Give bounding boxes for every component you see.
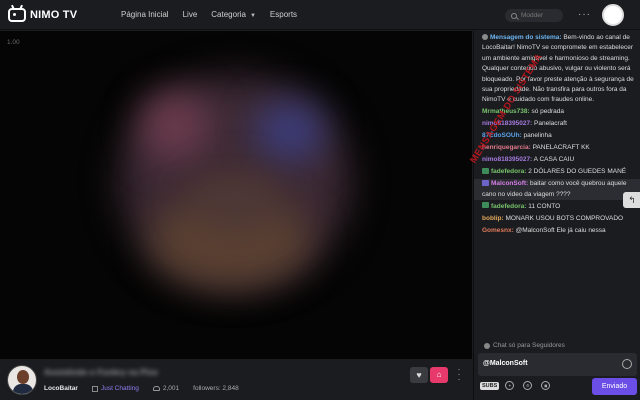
settings-icon[interactable]: ⚙ bbox=[523, 381, 533, 390]
avatar-body bbox=[13, 384, 33, 394]
chat-text: PANELACRAFT KK bbox=[530, 144, 590, 152]
chat-text: 11 CONTO bbox=[526, 202, 561, 210]
gift-icon[interactable]: ✦ bbox=[505, 381, 515, 390]
badge-icon[interactable]: ◼ bbox=[541, 381, 551, 390]
chat-username[interactable]: MalconSoft: bbox=[491, 180, 528, 187]
chat-text: 2 DÓLARES DO GUEDES MANÉ bbox=[526, 168, 627, 176]
more-options-icon[interactable]: ··· bbox=[578, 9, 591, 20]
chat-text: Panelacraft bbox=[532, 120, 567, 128]
streamer-name[interactable]: LocoBaitar bbox=[44, 385, 78, 392]
chat-text: MONARK USOU BOTS COMPROVADO bbox=[503, 214, 624, 222]
chat-username[interactable]: nimo818395027: bbox=[482, 156, 532, 163]
nav-category[interactable]: Categoria ▼ bbox=[211, 10, 256, 19]
viewer-count: 2,001 bbox=[162, 385, 180, 392]
chat-tools: SUBS ✦ ⚙ ◼ bbox=[480, 381, 559, 390]
nimo-logo[interactable]: NIMO TV bbox=[8, 7, 98, 22]
user-badge-icon bbox=[482, 179, 489, 186]
system-icon bbox=[482, 33, 488, 40]
bell-icon: ⌂ bbox=[436, 370, 442, 379]
video-frame-blur bbox=[255, 101, 325, 161]
chat-input[interactable]: @MalconSoft bbox=[478, 353, 637, 376]
search-icon bbox=[511, 12, 517, 19]
chat-panel: Mensagem do sistema: Bem-vindo ao canal … bbox=[468, 31, 640, 400]
chat-message[interactable]: nimo818395027: Panelacraft bbox=[482, 119, 637, 129]
chat-message[interactable]: boblip: MONARK USOU BOTS COMPROVADO bbox=[482, 214, 637, 224]
stream-info-bar: Assistindo o Funkry na Pixe LocoBaitar J… bbox=[0, 359, 472, 400]
heart-icon: ♥ bbox=[416, 370, 422, 380]
chat-message[interactable]: nimo818395027: A CASA CAIU bbox=[482, 155, 637, 165]
subs-badge[interactable]: SUBS bbox=[480, 381, 500, 390]
chat-text: panelinha bbox=[521, 132, 552, 140]
chat-message[interactable]: Mensagem do sistema: Bem-vindo ao canal … bbox=[482, 33, 637, 106]
chat-text: Bem-vindo ao canal de LocoBaitar! NimoTV… bbox=[482, 34, 634, 104]
top-navigation: NIMO TV Página Inicial Live Categoria ▼ E… bbox=[0, 0, 640, 30]
chat-text: A CASA CAIU bbox=[532, 156, 575, 164]
avatar-face bbox=[17, 370, 29, 384]
streamer-avatar[interactable] bbox=[7, 365, 37, 395]
player-label: 1.00 bbox=[7, 39, 20, 46]
follower-count: followers: 2,848 bbox=[193, 385, 239, 392]
user-badge-icon bbox=[482, 202, 489, 209]
nav-live[interactable]: Live bbox=[183, 10, 198, 19]
chat-message[interactable]: fadefedora: 11 CONTO bbox=[482, 202, 637, 212]
chat-message-list[interactable]: Mensagem do sistema: Bem-vindo ao canal … bbox=[474, 31, 640, 336]
emoji-icon[interactable] bbox=[622, 359, 632, 369]
category-icon bbox=[91, 385, 98, 392]
video-player[interactable]: 1.00 bbox=[0, 31, 472, 359]
send-button[interactable]: Enviado bbox=[592, 378, 637, 395]
chat-input-value[interactable]: @MalconSoft bbox=[483, 360, 528, 367]
info-icon bbox=[484, 342, 490, 349]
video-frame-blur bbox=[140, 91, 210, 161]
chat-message[interactable]: 87ÉdoSOUh: panelinha bbox=[482, 131, 637, 141]
chat-username[interactable]: Gomesnx: bbox=[482, 227, 514, 234]
reply-icon[interactable]: ↰ bbox=[623, 192, 640, 208]
search-input[interactable] bbox=[521, 12, 561, 19]
viewers-icon bbox=[152, 386, 160, 391]
followers-only-notice: Chat só para Seguidores bbox=[484, 342, 565, 349]
chat-text: só pedrada bbox=[529, 108, 565, 116]
tv-logo-icon bbox=[8, 7, 26, 22]
chat-message[interactable]: MalconSoft: baitar como você quebrou aqu… bbox=[474, 179, 640, 201]
chat-message[interactable]: henriquegarcia: PANELACRAFT KK bbox=[482, 143, 637, 153]
video-frame-blur bbox=[190, 171, 280, 231]
stream-category[interactable]: Just Chatting bbox=[101, 385, 139, 392]
nav-esports[interactable]: Esports bbox=[270, 10, 297, 19]
followers-only-text: Chat só para Seguidores bbox=[493, 342, 565, 349]
chat-username[interactable]: Mensagem do sistema: bbox=[490, 34, 562, 41]
user-badge-icon bbox=[482, 167, 489, 174]
nav-home[interactable]: Página Inicial bbox=[121, 10, 169, 19]
chat-message[interactable]: fadefedora: 2 DÓLARES DO GUEDES MANÉ bbox=[482, 167, 637, 177]
vertical-more-icon[interactable]: · · · bbox=[456, 365, 462, 384]
search-box[interactable] bbox=[505, 9, 563, 22]
chat-text: @MalconSoft Ele já caiu nessa bbox=[513, 226, 606, 234]
stream-title: Assistindo o Funkry na Pixe bbox=[44, 367, 158, 377]
nav-category-label: Categoria bbox=[211, 10, 246, 19]
chat-username[interactable]: fadefedora: bbox=[491, 203, 526, 210]
stream-meta: LocoBaitar Just Chatting 2,001 followers… bbox=[44, 385, 239, 392]
logo-text: NIMO TV bbox=[30, 8, 78, 21]
follow-button[interactable]: ⌂ bbox=[430, 367, 448, 383]
chat-username[interactable]: fadefedora: bbox=[491, 168, 526, 175]
like-button[interactable]: ♥ bbox=[410, 367, 428, 383]
chat-message[interactable]: Gomesnx: @MalconSoft Ele já caiu nessa bbox=[482, 226, 637, 236]
chevron-down-icon: ▼ bbox=[249, 13, 256, 19]
chat-username[interactable]: boblip: bbox=[482, 215, 504, 222]
user-avatar[interactable] bbox=[602, 4, 624, 26]
